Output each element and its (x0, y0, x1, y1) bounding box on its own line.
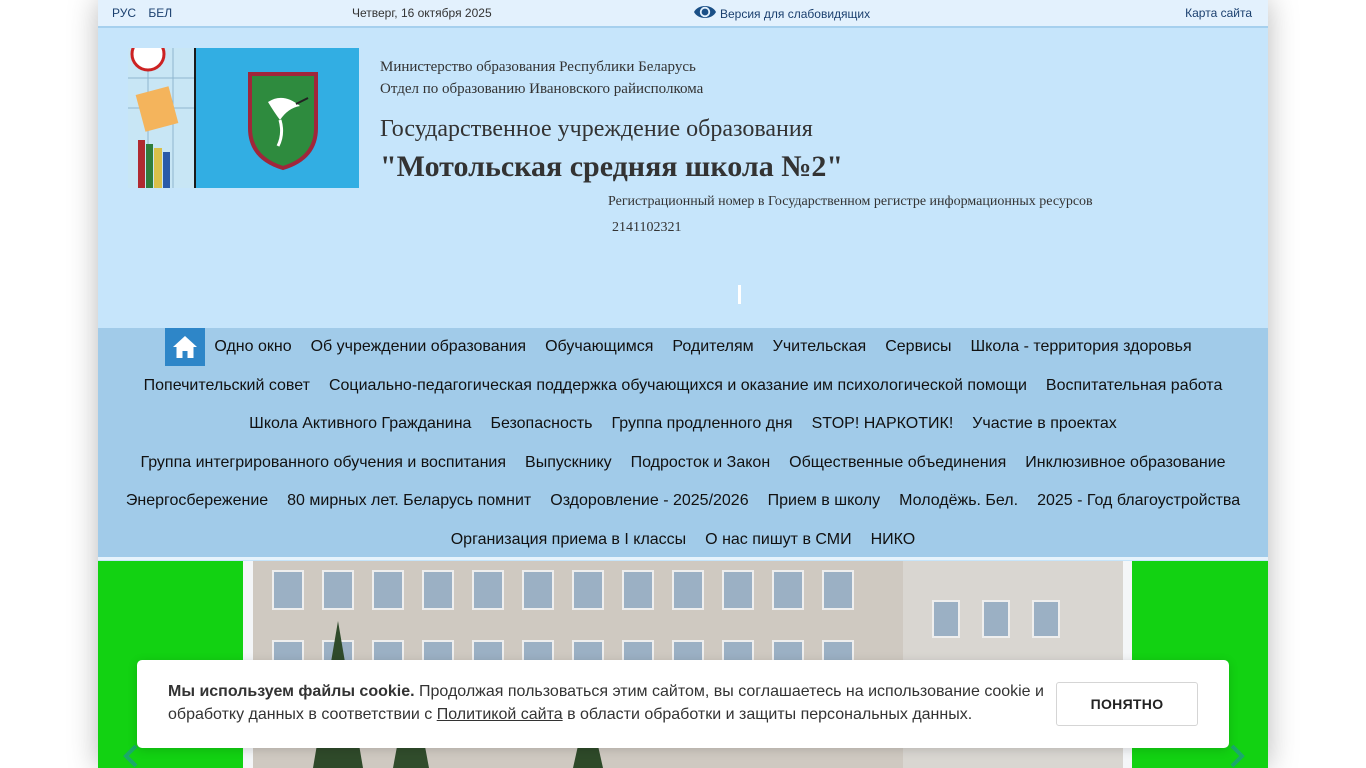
cookie-banner: Мы используем файлы cookie. Продолжая по… (137, 660, 1229, 748)
cookie-title: Мы используем файлы cookie. (168, 683, 415, 700)
low-vision-label: Версия для слабовидящих (720, 6, 871, 21)
site-header: Министерство образования Республики Бела… (98, 28, 1268, 328)
language-switcher: РУС БЕЛ (112, 6, 181, 20)
nav-item[interactable]: Сервисы (885, 338, 951, 356)
nav-row-6: Организация приема в I классы О нас пишу… (98, 521, 1268, 560)
low-vision-link[interactable]: Версия для слабовидящих (693, 2, 870, 22)
ministry-name: Министерство образования Республики Бела… (380, 59, 696, 75)
nav-item[interactable]: 80 мирных лет. Беларусь помнит (287, 492, 531, 510)
privacy-policy-link[interactable]: Политикой сайта (437, 706, 563, 723)
lang-ru-link[interactable]: РУС (112, 6, 136, 20)
nav-item[interactable]: Родителям (672, 338, 753, 356)
chevron-right-icon[interactable] (1224, 744, 1248, 768)
nav-item[interactable]: 2025 - Год благоустройства (1037, 492, 1240, 510)
nav-item[interactable]: НИКО (871, 531, 916, 549)
registry-number: 2141102321 (612, 220, 682, 235)
nav-item[interactable]: Воспитательная работа (1046, 377, 1222, 395)
top-bar: РУС БЕЛ Четверг, 16 октября 2025 Версия … (98, 0, 1268, 28)
nav-item[interactable]: Безопасность (490, 415, 592, 433)
nav-item[interactable]: Подросток и Закон (631, 454, 771, 472)
registry-label: Регистрационный номер в Государственном … (608, 194, 1093, 209)
nav-item[interactable]: Учительская (773, 338, 867, 356)
sitemap-link[interactable]: Карта сайта (1185, 6, 1252, 20)
cookie-text-end: в области обработки и защиты персональны… (562, 706, 973, 723)
nav-item[interactable]: Энергосбережение (126, 492, 268, 510)
home-icon (172, 336, 197, 359)
nav-item[interactable]: Группа интегрированного обучения и воспи… (140, 454, 506, 472)
nav-item[interactable]: Прием в школу (768, 492, 881, 510)
ministry-title: Министерство образования Республики Бела… (380, 56, 703, 100)
nav-item[interactable]: Об учреждении образования (311, 338, 527, 356)
nav-item[interactable]: Группа продленного дня (612, 415, 793, 433)
nav-row-1: Одно окно Об учреждении образования Обуч… (98, 328, 1268, 367)
nav-item[interactable]: Оздоровление - 2025/2026 (550, 492, 748, 510)
nav-item[interactable]: Организация приема в I классы (451, 531, 686, 549)
nav-item[interactable]: Участие в проектах (972, 415, 1117, 433)
institution-type: Государственное учреждение образования (380, 116, 813, 142)
nav-item[interactable]: Выпускнику (525, 454, 612, 472)
nav-item[interactable]: Попечительский совет (144, 377, 310, 395)
nav-item[interactable]: STOP! НАРКОТИК! (812, 415, 954, 433)
nav-row-2: Попечительский совет Социально-педагогич… (98, 367, 1268, 406)
current-date: Четверг, 16 октября 2025 (352, 6, 492, 20)
nav-item[interactable]: Обучающимся (545, 338, 653, 356)
nav-row-5: Энергосбережение 80 мирных лет. Беларусь… (98, 482, 1268, 521)
nav-item[interactable]: Общественные объединения (789, 454, 1006, 472)
cookie-message: Мы используем файлы cookie. Продолжая по… (168, 680, 1048, 726)
department-name: Отдел по образованию Ивановского райиспо… (380, 81, 704, 97)
nav-item[interactable]: Инклюзивное образование (1025, 454, 1225, 472)
page: РУС БЕЛ Четверг, 16 октября 2025 Версия … (98, 0, 1268, 768)
home-button[interactable] (164, 328, 205, 367)
nav-row-4: Группа интегрированного обучения и воспи… (98, 444, 1268, 483)
nav-item[interactable]: Школа Активного Гражданина (249, 415, 471, 433)
nav-item[interactable]: О нас пишут в СМИ (705, 531, 851, 549)
nav-item[interactable]: Одно окно (214, 338, 291, 356)
nav-item[interactable]: Молодёжь. Бел. (899, 492, 1018, 510)
school-logo[interactable] (128, 48, 359, 188)
eye-icon (694, 6, 716, 18)
cookie-accept-button[interactable]: ПОНЯТНО (1056, 682, 1198, 726)
header-marker (738, 285, 741, 304)
nav-row-3: Школа Активного Гражданина Безопасность … (98, 405, 1268, 444)
lang-be-link[interactable]: БЕЛ (148, 6, 172, 20)
nav-item[interactable]: Школа - территория здоровья (971, 338, 1192, 356)
school-name: "Мотольская средняя школа №2" (380, 150, 843, 183)
main-navigation: Одно окно Об учреждении образования Обуч… (98, 328, 1268, 560)
nav-item[interactable]: Социально-педагогическая поддержка обуча… (329, 377, 1027, 395)
